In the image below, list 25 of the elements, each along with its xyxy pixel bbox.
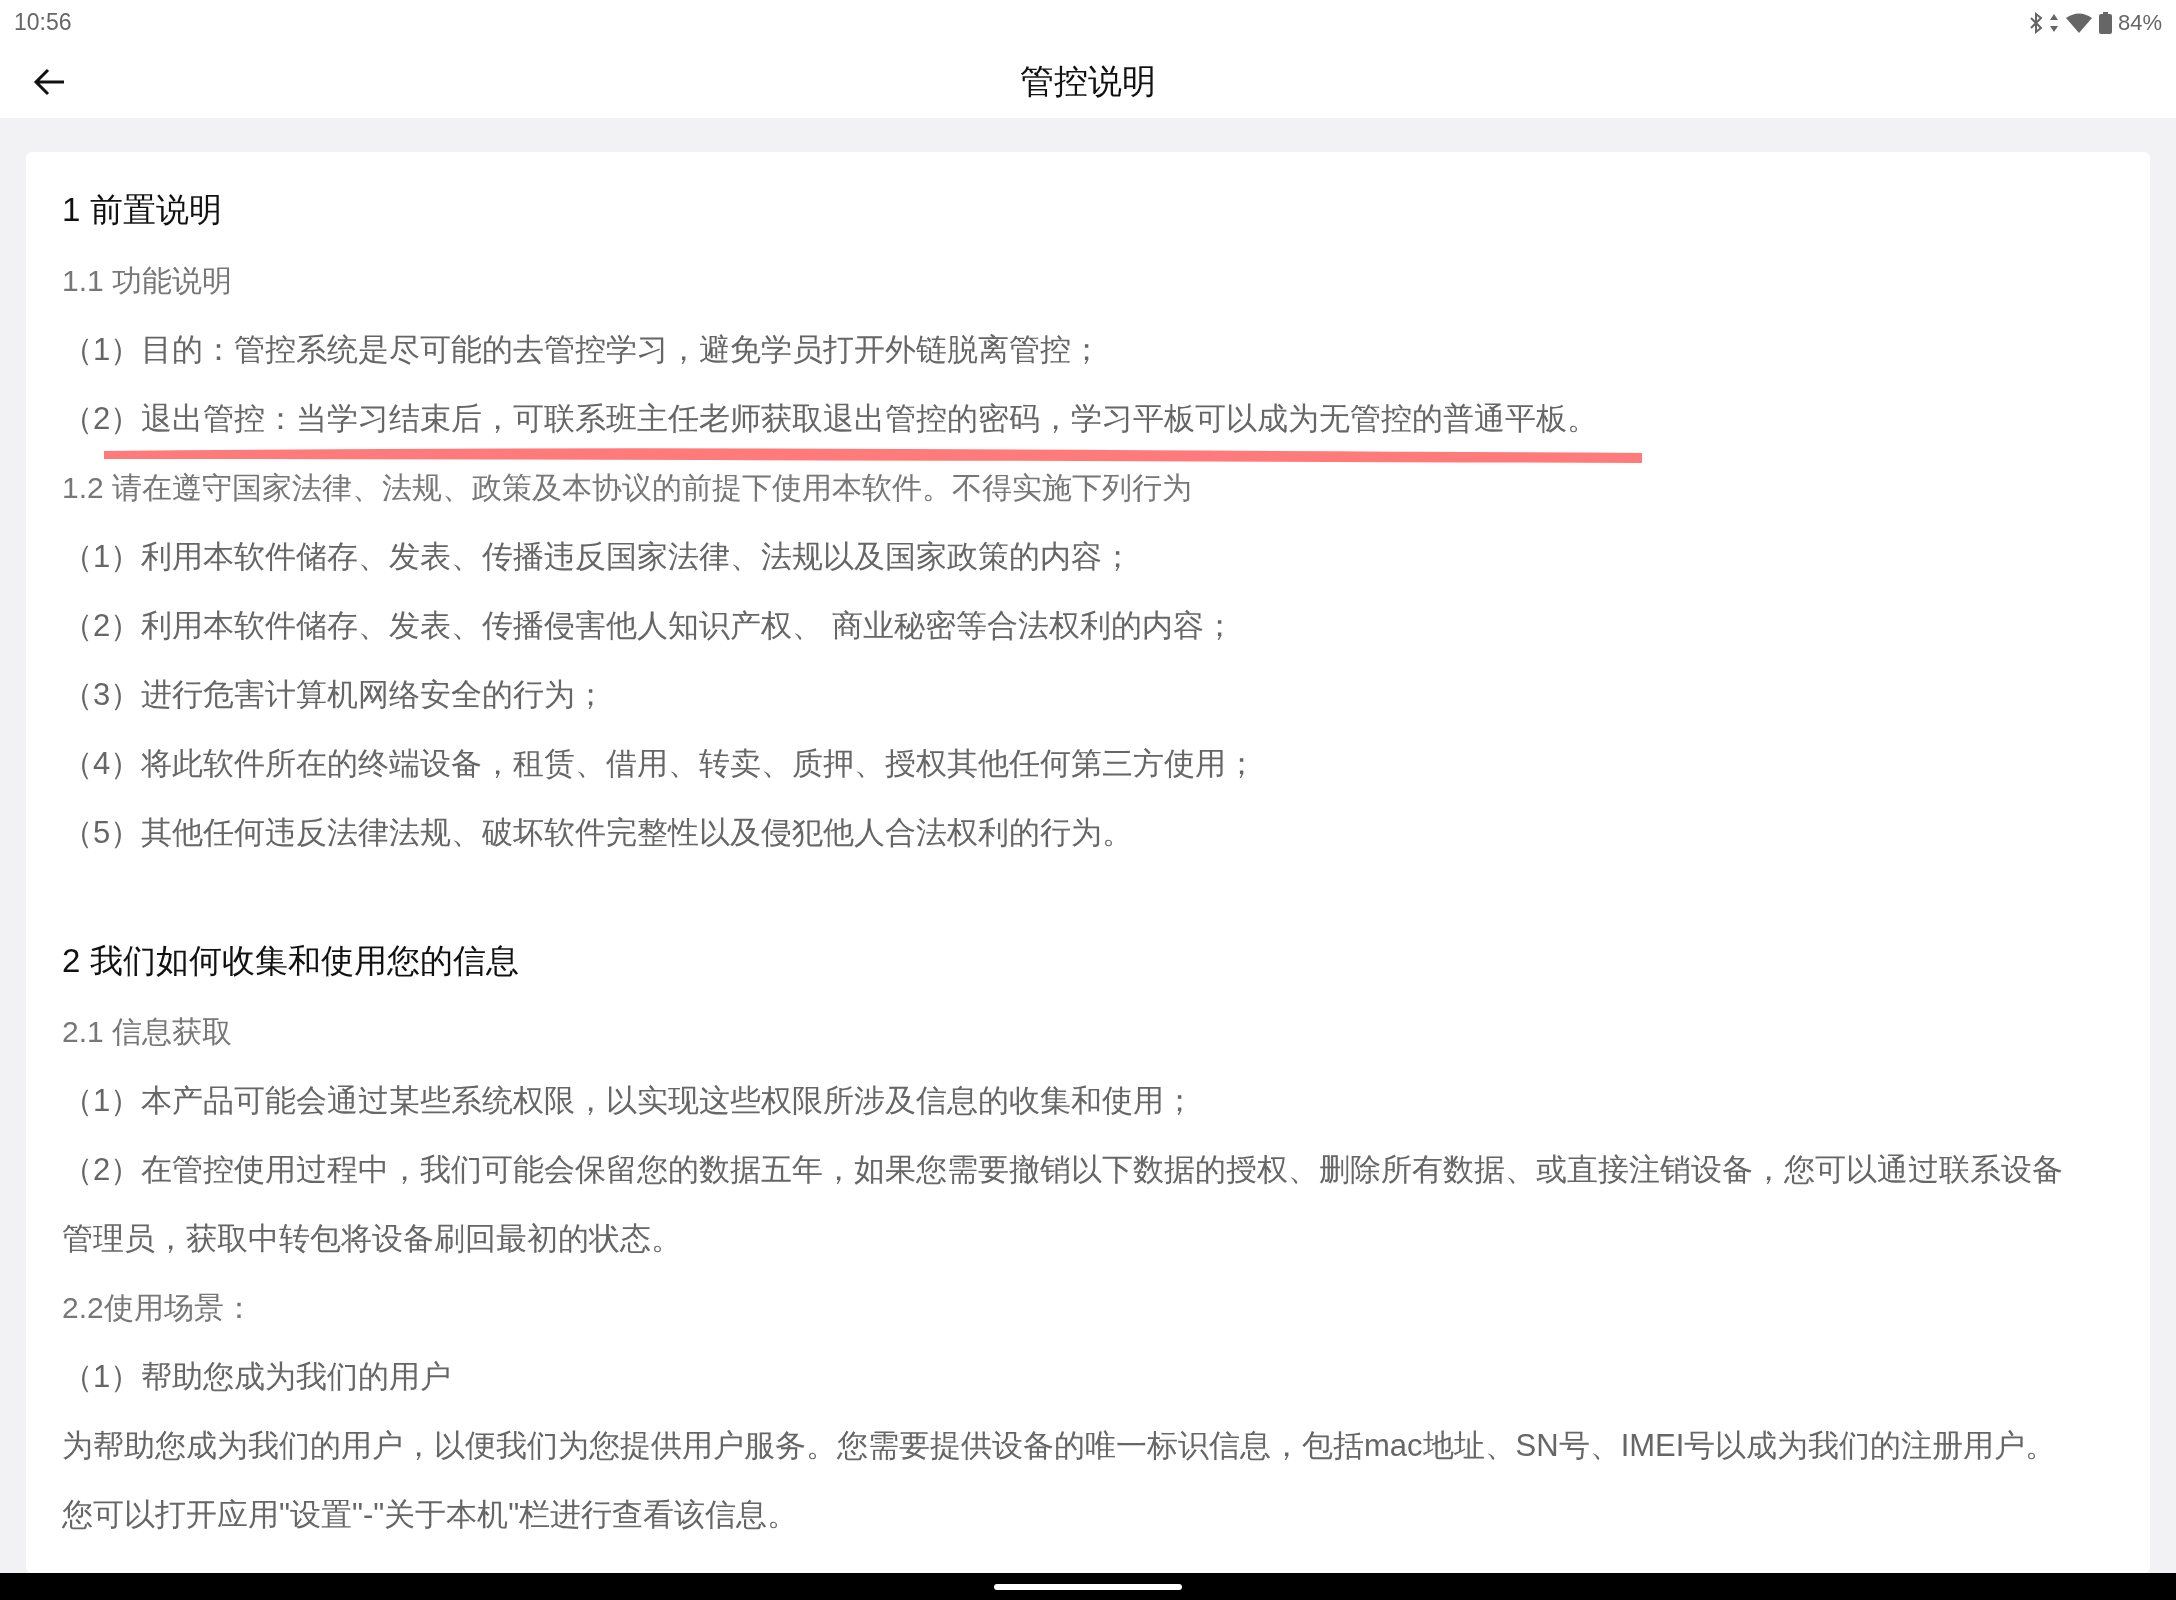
paragraph: （3）进行危害计算机网络安全的行为； [62, 677, 607, 712]
battery-icon [2098, 11, 2112, 34]
paragraph: 为帮助您成为我们的用户，以便我们为您提供用户服务。您需要提供设备的唯一标识信息，包括mac地址、SN号、IMEI号以成为我们的注册用户。 [62, 1428, 2057, 1463]
data-arrows-icon [2048, 12, 2059, 33]
paragraph: （5）其他任何违反法律法规、破坏软件完整性以及侵犯他人合法权利的行为。 [62, 815, 1134, 850]
paragraph: （1）目的：管控系统是尽可能的去管控学习，避免学员打开外链脱离管控； [62, 332, 1103, 367]
paragraph: （2）利用本软件储存、发表、传播侵害他人知识产权、 商业秘密等合法权利的内容； [62, 608, 1235, 643]
subsection-heading: 1.1 功能说明 [62, 263, 234, 299]
section-heading: 1 前置说明 [62, 190, 223, 230]
paragraph: 您可以打开应用"设置"-"关于本机"栏进行查看该信息。 [62, 1497, 799, 1532]
subsection-heading: 2.2使用场景： [62, 1290, 255, 1326]
bluetooth-icon [2028, 11, 2043, 34]
paragraph: （1）本产品可能会通过某些系统权限，以实现这些权限所涉及信息的收集和使用； [62, 1083, 1196, 1118]
subsection-heading: 2.1 信息获取 [62, 1014, 234, 1050]
battery-level: 84% [2117, 9, 2162, 36]
paragraph: （4）将此软件所在的终端设备，租赁、借用、转卖、质押、授权其他任何第三方使用； [62, 746, 1258, 781]
paragraph: （1）利用本软件储存、发表、传播违反国家法律、法规以及国家政策的内容； [62, 539, 1134, 574]
paragraph: （1）帮助您成为我们的用户 [62, 1359, 452, 1394]
clock: 10:56 [14, 9, 72, 36]
subsection-heading: 1.2 请在遵守国家法律、法规、政策及本协议的前提下使用本软件。不得实施下列行为 [62, 470, 1194, 506]
section-heading: 2 我们如何收集和使用您的信息 [62, 941, 520, 981]
paragraph: （2）在管控使用过程中，我们可能会保留您的数据五年，如果您需要撤销以下数据的授权、删除所有数据、或直接注销设备，您可以通过联系设备管理员，获取中转包将设备刷回最初的状态。 [62, 1152, 2064, 1256]
paragraph: （2）退出管控：当学习结束后，可联系班主任老师获取退出管控的密码，学习平板可以成为无管控的普通平板。 [62, 401, 1599, 436]
page-title: 管控说明 [1020, 60, 1156, 102]
wifi-icon [2064, 11, 2093, 34]
